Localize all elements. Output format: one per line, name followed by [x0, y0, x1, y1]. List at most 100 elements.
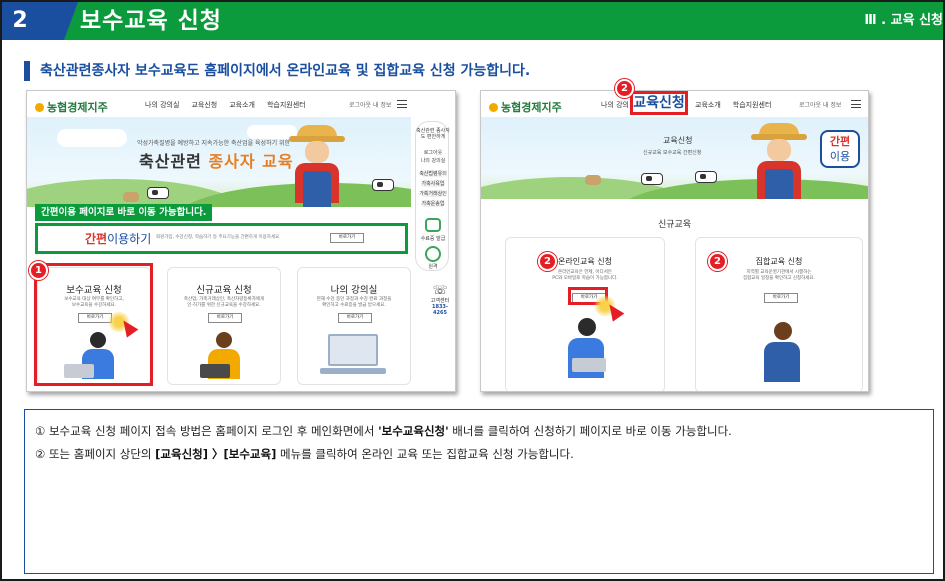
global-nav-rest: 교육소개 학습지원센터	[695, 100, 783, 110]
cow-icon	[147, 187, 169, 199]
card-go-button[interactable]: 바로가기	[338, 313, 372, 323]
menu-icon[interactable]	[851, 100, 861, 108]
easy-use-label: 간편이용하기	[85, 230, 151, 247]
card-title: 온라인교육 신청	[557, 257, 613, 266]
instruction-line-1: ① 보수교육 신청 페이지 접속 방법은 홈페이지 로그인 후 메인화면에서 '…	[35, 423, 732, 439]
hero-title-highlight: 종사자 교육	[208, 152, 294, 171]
nav-my-classroom[interactable]: 나의 강의	[601, 101, 629, 109]
instruction-box: ① 보수교육 신청 페이지 접속 방법은 홈페이지 로그인 후 메인화면에서 '…	[24, 409, 934, 574]
monitor-icon	[328, 334, 378, 366]
easy-callout: 간편이용 페이지로 바로 이동 가능합니다.	[35, 204, 213, 221]
card-title: 나의 강의실	[330, 285, 378, 296]
instruction-line-2: ② 또는 홈페이지 상단의 [교육신청] 〉[보수교육] 메뉴를 클릭하여 온라…	[35, 446, 574, 462]
easy-badge-a: 간편	[829, 135, 851, 148]
hero-subtitle: 악성가축질병을 예방하고 지속가능한 축산업을 육성하기 위한	[137, 140, 291, 147]
note1-part-b: '보수교육신청'	[378, 424, 449, 438]
logo-icon	[35, 103, 44, 112]
nav-support[interactable]: 학습지원센터	[733, 101, 772, 109]
easy-go-button[interactable]: 바로가기	[330, 233, 364, 243]
nav-my-classroom[interactable]: 나의 강의실	[145, 101, 179, 109]
nav-intro[interactable]: 교육소개	[695, 101, 721, 109]
card-desc: 집합교육 일정을 확인하고 신청하세요.	[743, 276, 815, 281]
card-go-button[interactable]: 바로가기	[208, 313, 242, 323]
easy-label-a: 간편	[85, 232, 108, 246]
menu-icon[interactable]	[397, 100, 407, 108]
step-badge-2: 2	[538, 252, 557, 271]
hero-title: 축산관련 종사자 교육	[139, 148, 294, 172]
quick-help[interactable]: 원격	[416, 264, 450, 270]
laptop-icon	[200, 364, 230, 378]
hero-title: 교육신청	[663, 136, 693, 145]
card-title: 신규교육 신청	[196, 285, 252, 296]
card-desc: 확인하고 수료증을 발급 받으세요.	[322, 303, 386, 308]
cloud-shape	[57, 129, 127, 147]
card-online-apply[interactable]: 온라인교육 신청 온라인교육은 언제, 어디서든 PC와 모바일로 학습이 가능…	[505, 237, 665, 391]
note2-part-b: [교육신청] 〉[보수교육]	[155, 447, 277, 461]
headline-text: 축산관련종사자 보수교육도 홈페이지에서 온라인교육 및 집합교육 신청 가능합…	[40, 63, 531, 79]
util-links[interactable]: 로그아웃 내 정보	[349, 100, 391, 109]
highlight-apply-menu[interactable]: 교육신청	[630, 91, 688, 115]
goat-icon	[585, 175, 601, 185]
global-nav: 나의 강의실 교육신청 교육소개 학습지원센터	[145, 100, 318, 110]
card-new-apply[interactable]: 신규교육 신청 축산업, 가축거래상인, 축산차량등록자에게 인·허가를 위한 …	[167, 267, 281, 385]
quick-my-classroom[interactable]: 나의 강의실	[416, 158, 450, 164]
util-links[interactable]: 로그아웃 내 정보	[799, 100, 841, 109]
section-title: 신규교육	[657, 220, 692, 230]
quick-item-3[interactable]: 가축거래상인	[416, 191, 450, 197]
hero-banner: 교육신청 신규교육 보수교육 간편신청	[481, 117, 868, 199]
hero-title-prefix: 축산관련	[139, 152, 209, 171]
note1-part-a: ① 보수교육 신청 페이지 접속 방법은 홈페이지 로그인 후 메인화면에서	[35, 424, 379, 438]
main-page-screenshot: 농협경제지주 나의 강의실 교육신청 교육소개 학습지원센터 로그아웃 내 정보 악성…	[26, 90, 456, 392]
logo-text: 농협경제지주	[501, 101, 562, 114]
certificate-icon[interactable]	[425, 218, 441, 232]
quick-cert[interactable]: 수료증 발급	[416, 236, 450, 242]
note2-part-c: 메뉴를 클릭하여 온라인 교육 또는 집합교육 신청 가능합니다.	[276, 447, 574, 461]
site-logo[interactable]: 농협경제지주	[35, 99, 108, 115]
site-logo[interactable]: 농협경제지주	[489, 99, 562, 115]
easy-badge-b: 이용	[829, 150, 851, 163]
nav-apply[interactable]: 교육신청	[191, 101, 217, 109]
banner-section: Ⅲ . 교육 신청	[864, 13, 943, 28]
quick-item-2[interactable]: 가축사육업	[416, 181, 450, 187]
reader-illustration	[760, 322, 804, 382]
cow-icon	[695, 171, 717, 183]
nav-intro[interactable]: 교육소개	[229, 101, 255, 109]
easy-use-badge[interactable]: 간편 이용	[820, 130, 860, 168]
step-badge-2-menu: 2	[615, 79, 634, 98]
farmer-illustration	[289, 125, 345, 207]
step-badge-1: 1	[29, 261, 48, 280]
headline-bar	[24, 61, 30, 81]
quick-logout[interactable]: 로그아웃	[416, 150, 450, 156]
card-desc: 인·허가를 위한 신규교육을 수강하세요.	[187, 303, 261, 308]
top-banner: 2 보수교육 신청 Ⅲ . 교육 신청	[2, 2, 943, 40]
cow-icon	[641, 173, 663, 185]
note1-part-c: 배너를 클릭하여 신청하기 페이지로 바로 이동 가능합니다.	[448, 424, 732, 438]
farmer-illustration	[751, 123, 807, 199]
easy-use-desc: 회원가입, 수강신청, 학습하기 등 주요기능을 간편하게 이용하세요.	[156, 235, 281, 240]
quick-item-4[interactable]: 가축운송업	[416, 201, 450, 207]
easy-label-b: 이용하기	[107, 232, 152, 246]
apply-page-screenshot: 농협경제지주 나의 강의 교육소개 학습지원센터 로그아웃 내 정보 교육신청 신…	[480, 90, 869, 392]
card-go-button[interactable]: 바로가기	[764, 293, 798, 303]
goat-icon	[123, 192, 139, 202]
call-center: ☏ 고객센터 1833-4265	[427, 283, 453, 316]
easy-use-banner[interactable]: 간편이용하기 회원가입, 수강신청, 학습하기 등 주요기능을 간편하게 이용하…	[35, 223, 408, 254]
quick-menu: 축산관련 종사자도 편안하게 로그아웃 나의 강의실 축산법령유의 가축사육업 …	[415, 121, 450, 271]
card-my-classroom[interactable]: 나의 강의실 현재 수강 중인 과정과 수강 완료 과정을 확인하고 수료증을 …	[297, 267, 411, 385]
logo-icon	[489, 103, 498, 112]
cow-icon	[372, 179, 394, 191]
call-center-number: 1833-4265	[432, 304, 448, 316]
step-badge-2: 2	[708, 252, 727, 271]
banner-number: 2	[12, 8, 28, 33]
call-center-label: 고객센터	[430, 298, 450, 304]
hero-crumbs: 신규교육 보수교육 간편신청	[643, 150, 702, 156]
phone-icon: ☏	[432, 283, 448, 297]
remote-help-icon[interactable]	[425, 246, 441, 262]
card-desc: PC와 모바일로 학습이 가능합니다.	[552, 276, 618, 281]
logo-text: 농협경제지주	[47, 101, 108, 114]
quick-title: 축산관련 종사자도 편안하게	[416, 128, 450, 140]
quick-item-1[interactable]: 축산법령유의	[416, 171, 450, 177]
hero-banner: 악성가축질병을 예방하고 지속가능한 축산업을 육성하기 위한 축산관련 종사자…	[27, 117, 411, 207]
nav-support[interactable]: 학습지원센터	[267, 101, 306, 109]
note2-part-a: ② 또는 홈페이지 상단의	[35, 447, 156, 461]
